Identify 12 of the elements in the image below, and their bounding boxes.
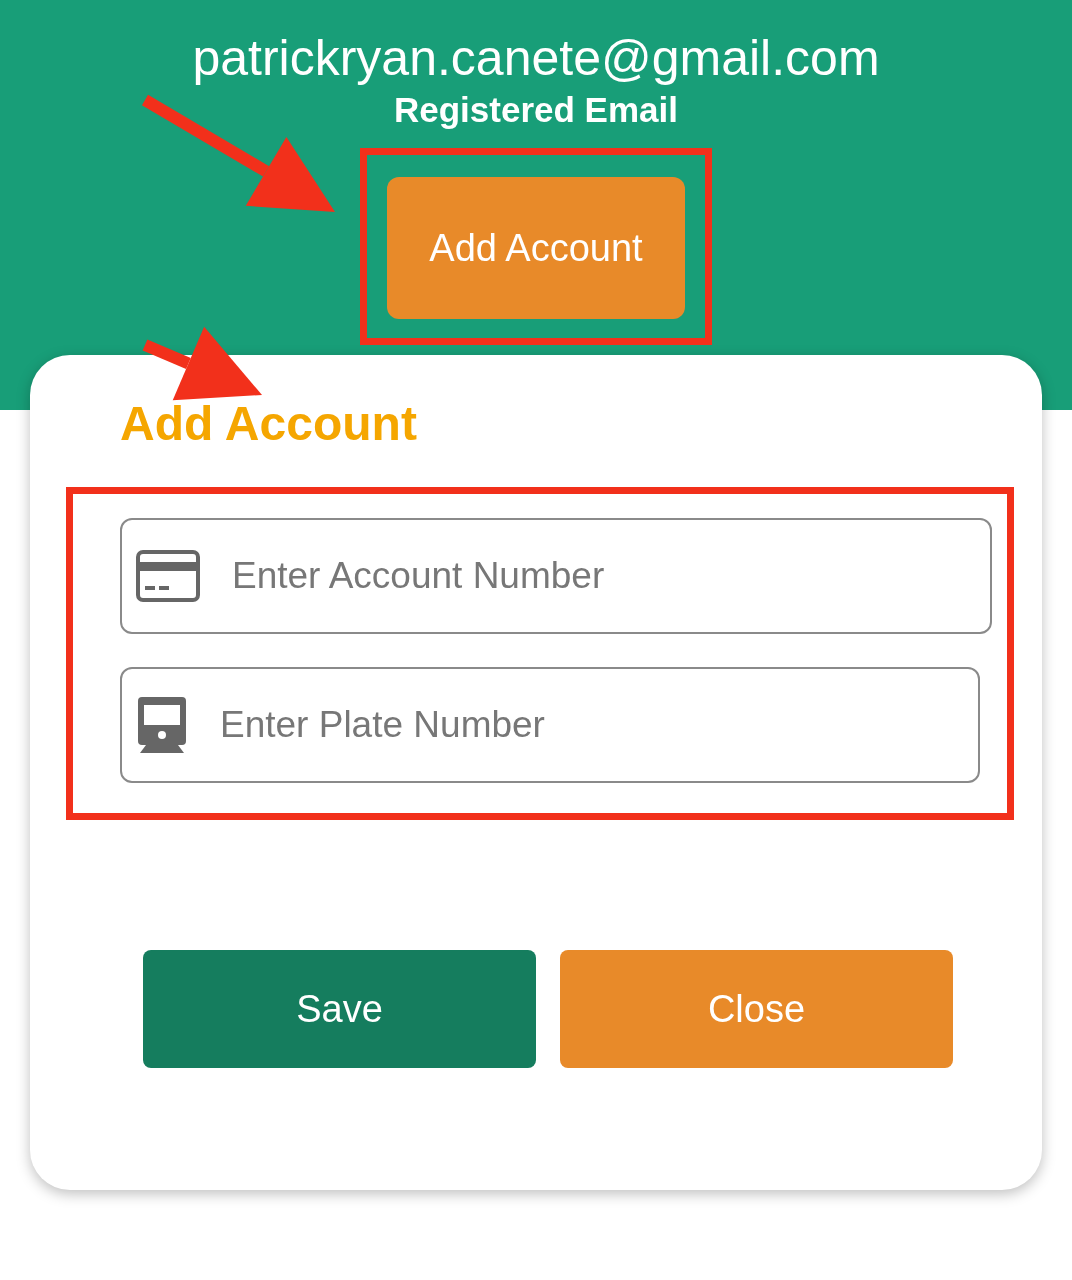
email-label: Registered Email bbox=[394, 90, 678, 130]
add-account-button[interactable]: Add Account bbox=[387, 177, 685, 319]
input-field[interactable]: Enter Account Number bbox=[120, 518, 992, 634]
save-button[interactable]: Save bbox=[143, 950, 536, 1068]
train-icon bbox=[136, 695, 188, 755]
dialog-title: Add Account bbox=[120, 396, 418, 452]
text-input[interactable]: Enter Account Number bbox=[230, 554, 990, 598]
text-input[interactable]: Enter Plate Number bbox=[218, 703, 978, 747]
email-address: patrickryan.canete@gmail.com bbox=[192, 29, 880, 88]
close-button[interactable]: Close bbox=[560, 950, 953, 1068]
input-field[interactable]: Enter Plate Number bbox=[120, 667, 980, 783]
credit-card-icon bbox=[136, 550, 200, 602]
